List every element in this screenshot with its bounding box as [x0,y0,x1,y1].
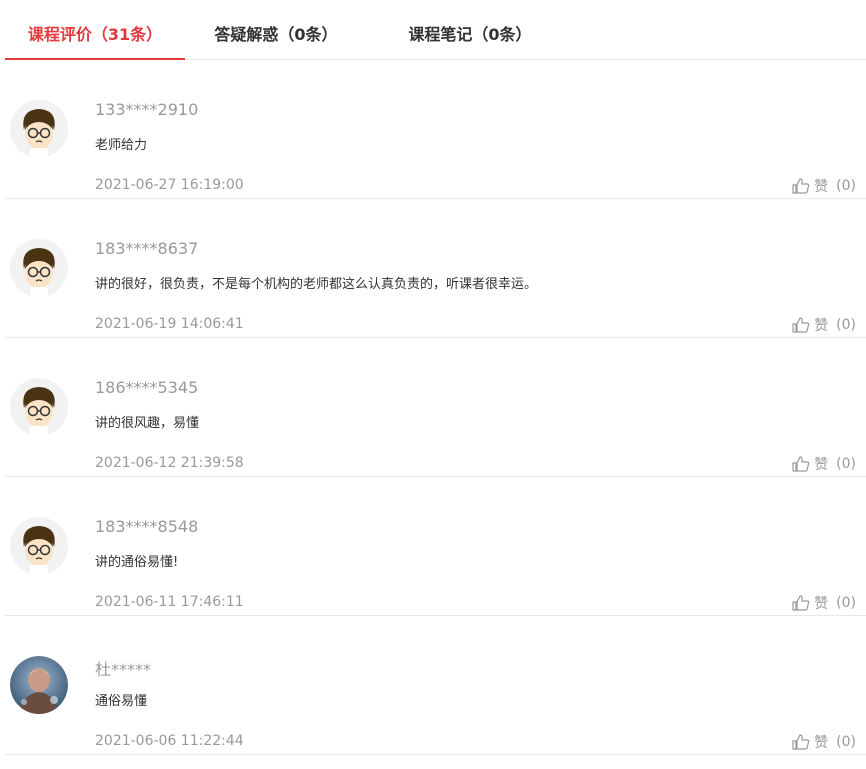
like-count: (0) [836,734,856,750]
review-comment: 讲的很风趣，易懂 [95,416,200,431]
thumbs-up-icon [792,178,810,194]
review-item: 183****8637 讲的很好，很负责，不是每个机构的老师都这么认真负责的，听… [5,199,866,338]
review-time: 2021-06-12 21:39:58 [95,455,244,471]
review-item: 杜***** 通俗易懂 2021-06-06 11:22:44 赞 (0) [5,616,866,755]
review-username: 133****2910 [95,100,199,119]
review-item: 183****8548 讲的通俗易懂! 2021-06-11 17:46:11 … [5,477,866,616]
review-time: 2021-06-06 11:22:44 [95,733,244,749]
like-count: (0) [836,317,856,333]
thumbs-up-icon [792,317,810,333]
review-time: 2021-06-11 17:46:11 [95,594,244,610]
photo-avatar-icon [10,656,68,714]
tab-qa[interactable]: 答疑解惑（0条） [211,0,341,59]
like-count: (0) [836,456,856,472]
like-button[interactable]: 赞 (0) [792,732,856,752]
review-username: 杜***** [95,660,152,679]
like-button[interactable]: 赞 (0) [792,454,856,474]
tab-notes[interactable]: 课程笔记（0条） [405,0,535,59]
review-item: 133****2910 老师给力 2021-06-27 16:19:00 赞 (… [5,60,866,199]
cartoon-boy-icon [10,100,68,158]
review-username: 186****5345 [95,378,199,397]
like-label: 赞 [814,596,829,612]
like-label: 赞 [814,318,829,334]
tab-bar: 课程评价（31条） 答疑解惑（0条） 课程笔记（0条） [5,0,866,60]
review-time: 2021-06-27 16:19:00 [95,177,244,193]
like-button[interactable]: 赞 (0) [792,176,856,196]
review-comment: 讲的很好，很负责，不是每个机构的老师都这么认真负责的，听课者很幸运。 [95,277,538,292]
cartoon-boy-icon [10,378,68,436]
like-label: 赞 [814,457,829,473]
cartoon-boy-icon [10,239,68,297]
review-comment: 通俗易懂 [95,694,148,709]
like-label: 赞 [814,735,829,751]
review-time: 2021-06-19 14:06:41 [95,316,244,332]
thumbs-up-icon [792,456,810,472]
like-count: (0) [836,178,856,194]
like-label: 赞 [814,179,829,195]
like-button[interactable]: 赞 (0) [792,315,856,335]
thumbs-up-icon [792,595,810,611]
tab-course-reviews[interactable]: 课程评价（31条） [5,0,185,60]
thumbs-up-icon [792,734,810,750]
review-username: 183****8548 [95,517,199,536]
cartoon-boy-icon [10,517,68,575]
like-count: (0) [836,595,856,611]
review-comment: 讲的通俗易懂! [95,555,179,570]
review-comment: 老师给力 [95,138,148,153]
review-username: 183****8637 [95,239,199,258]
review-list: 133****2910 老师给力 2021-06-27 16:19:00 赞 (… [5,60,866,755]
like-button[interactable]: 赞 (0) [792,593,856,613]
review-item: 186****5345 讲的很风趣，易懂 2021-06-12 21:39:58… [5,338,866,477]
